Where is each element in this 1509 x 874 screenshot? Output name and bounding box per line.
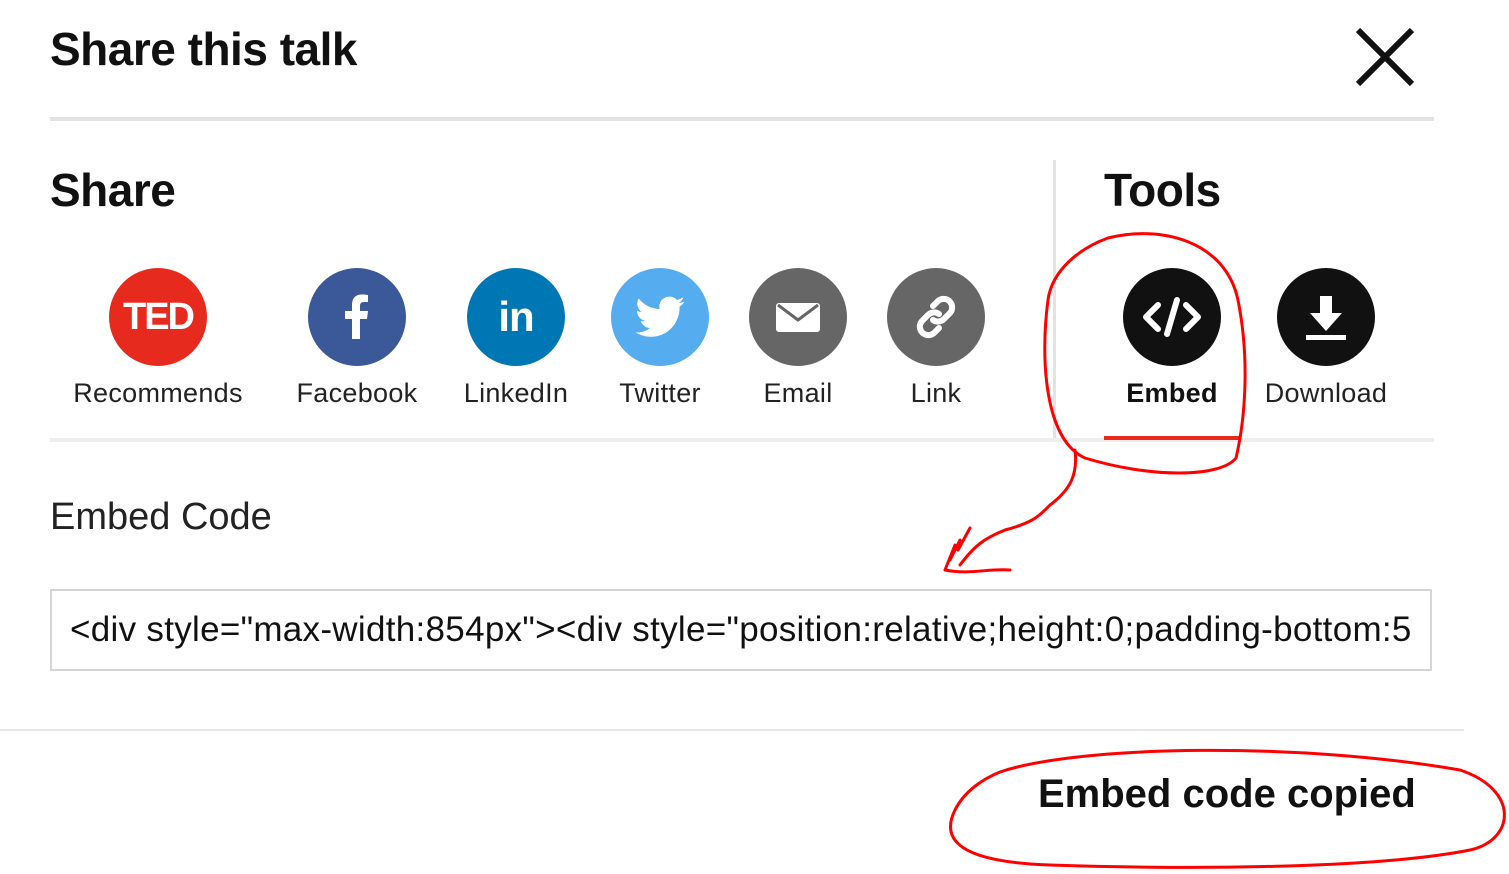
annotation-arrow — [943, 448, 1078, 574]
twitter-icon — [611, 268, 709, 366]
ted-logo-text: TED — [123, 295, 195, 338]
footer-divider — [0, 729, 1464, 731]
link-label: Link — [910, 378, 962, 408]
embed-code-field[interactable]: <div style="max-width:854px"><div style=… — [50, 589, 1432, 671]
email-icon — [749, 268, 847, 366]
tools-heading: Tools — [1104, 164, 1221, 216]
share-ted-recommends-button[interactable]: TED Recommends — [58, 268, 258, 409]
toast-message: Embed code copied — [1038, 772, 1416, 816]
tool-download-button[interactable]: Download — [1256, 268, 1396, 409]
embed-label: Embed — [1126, 378, 1218, 408]
section-divider — [1053, 160, 1056, 438]
ted-logo-icon: TED — [109, 268, 207, 366]
embed-code-label: Embed Code — [50, 496, 272, 538]
share-linkedin-button[interactable]: in LinkedIn — [446, 268, 586, 409]
download-label: Download — [1264, 378, 1388, 408]
facebook-icon — [308, 268, 406, 366]
share-heading: Share — [50, 164, 176, 216]
code-icon — [1123, 268, 1221, 366]
recommends-label: Recommends — [73, 378, 243, 408]
facebook-label: Facebook — [296, 378, 418, 408]
header-divider — [50, 117, 1434, 121]
download-icon — [1277, 268, 1375, 366]
embed-code-text: <div style="max-width:854px"><div style=… — [70, 610, 1412, 649]
share-twitter-button[interactable]: Twitter — [590, 268, 730, 409]
tool-embed-button[interactable]: Embed — [1102, 268, 1242, 409]
twitter-label: Twitter — [619, 378, 701, 408]
selected-tab-indicator — [1104, 436, 1240, 440]
close-icon — [1355, 27, 1415, 87]
linkedin-label: LinkedIn — [463, 378, 569, 408]
link-icon — [887, 268, 985, 366]
linkedin-icon: in — [467, 268, 565, 366]
close-button[interactable] — [1350, 22, 1420, 92]
share-email-button[interactable]: Email — [728, 268, 868, 409]
share-facebook-button[interactable]: Facebook — [287, 268, 427, 409]
share-link-button[interactable]: Link — [866, 268, 1006, 409]
dialog-title: Share this talk — [50, 23, 357, 75]
email-label: Email — [763, 378, 833, 408]
annotation-overlay — [943, 232, 1506, 869]
